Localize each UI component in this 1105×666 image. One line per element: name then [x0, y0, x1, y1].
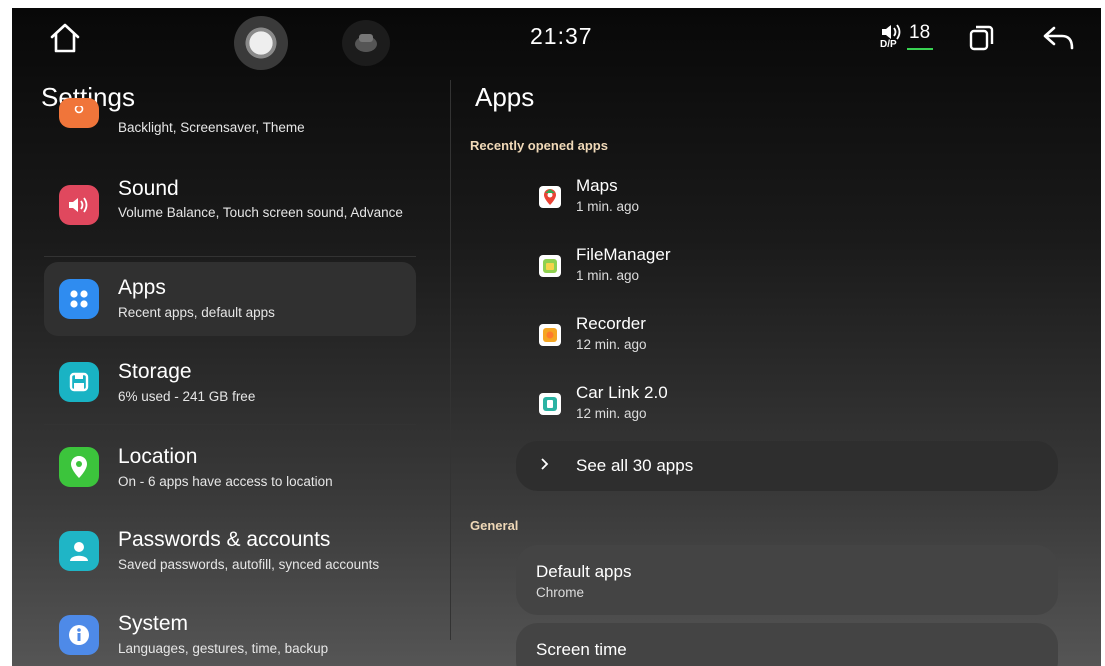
recent-apps-header: Recently opened apps — [470, 138, 608, 153]
chevron-right-icon — [540, 456, 550, 472]
app-last-opened: 12 min. ago — [576, 337, 647, 352]
app-name: Maps — [576, 176, 618, 195]
apps-subtitle: Recent apps, default apps — [118, 305, 275, 320]
settings-item-display[interactable]: Backlight, Screensaver, Theme — [44, 98, 416, 146]
recent-apps-icon[interactable] — [968, 24, 996, 52]
default-apps-subtitle: Chrome — [536, 585, 585, 600]
recorder-icon — [539, 324, 561, 346]
info-icon — [59, 615, 99, 655]
app-name: Recorder — [576, 314, 646, 333]
settings-item-sound[interactable]: Sound Volume Balance, Touch screen sound… — [44, 171, 416, 255]
recent-app-maps[interactable]: Maps 1 min. ago — [527, 176, 827, 236]
divider — [44, 424, 416, 425]
settings-item-location[interactable]: Location On - 6 apps have access to loca… — [44, 432, 416, 506]
screen-time-title: Screen time — [536, 640, 627, 659]
display-subtitle: Backlight, Screensaver, Theme — [118, 120, 305, 135]
settings-item-storage[interactable]: Storage 6% used - 241 GB free — [44, 347, 416, 421]
screen-time-item[interactable]: Screen time — [516, 623, 1058, 666]
sound-title: Sound — [118, 177, 179, 200]
app-last-opened: 12 min. ago — [576, 406, 647, 421]
car-icon[interactable] — [342, 20, 390, 66]
system-title: System — [118, 612, 189, 635]
status-bar: 21:37 D/P 18 — [12, 8, 1101, 70]
storage-subtitle: 6% used - 241 GB free — [118, 389, 256, 404]
default-apps-item[interactable]: Default apps Chrome — [516, 545, 1058, 615]
apps-icon — [59, 279, 99, 319]
divider — [44, 256, 416, 257]
maps-icon — [539, 186, 561, 208]
recent-app-car-link[interactable]: Car Link 2.0 12 min. ago — [527, 383, 827, 443]
file-manager-icon — [539, 255, 561, 277]
settings-item-system[interactable]: System Languages, gestures, time, backup — [44, 600, 416, 666]
recent-app-recorder[interactable]: Recorder 12 min. ago — [527, 314, 827, 374]
storage-icon — [59, 362, 99, 402]
apps-title: Apps — [118, 276, 166, 299]
see-all-apps-button[interactable]: See all 30 apps — [516, 441, 1058, 491]
settings-screen: 21:37 D/P 18 Settings Backlight, Screens… — [12, 8, 1101, 666]
system-subtitle: Languages, gestures, time, backup — [118, 641, 329, 656]
settings-item-passwords-accounts[interactable]: Passwords & accounts Saved passwords, au… — [44, 516, 416, 590]
volume-indicator — [907, 48, 933, 50]
settings-item-apps[interactable]: Apps Recent apps, default apps — [44, 262, 416, 336]
storage-title: Storage — [118, 360, 192, 383]
see-all-apps-label: See all 30 apps — [576, 456, 694, 475]
apps-page-title: Apps — [475, 82, 535, 112]
sound-subtitle: Volume Balance, Touch screen sound, Adva… — [118, 205, 403, 220]
location-title: Location — [118, 445, 198, 468]
location-subtitle: On - 6 apps have access to location — [118, 474, 333, 489]
app-last-opened: 1 min. ago — [576, 199, 640, 214]
general-header: General — [470, 518, 519, 533]
account-icon — [59, 531, 99, 571]
app-last-opened: 1 min. ago — [576, 268, 640, 283]
passwords-accounts-title: Passwords & accounts — [118, 528, 331, 551]
recent-app-filemanager[interactable]: FileManager 1 min. ago — [527, 245, 827, 305]
display-icon — [59, 98, 99, 128]
back-icon[interactable] — [1042, 24, 1076, 52]
volume-mode-label: D/P — [880, 39, 897, 50]
default-apps-title: Default apps — [536, 562, 632, 581]
clock: 21:37 — [530, 23, 593, 49]
sound-icon — [59, 185, 99, 225]
car-link-icon — [539, 393, 561, 415]
home-icon[interactable] — [48, 22, 82, 54]
location-icon — [59, 447, 99, 487]
app-name: Car Link 2.0 — [576, 383, 668, 402]
passwords-accounts-subtitle: Saved passwords, autofill, synced accoun… — [118, 557, 380, 572]
app-name: FileManager — [576, 245, 671, 264]
voice-assistant-button[interactable] — [234, 16, 288, 70]
pane-divider — [450, 80, 451, 640]
volume-level[interactable]: 18 — [909, 22, 930, 44]
